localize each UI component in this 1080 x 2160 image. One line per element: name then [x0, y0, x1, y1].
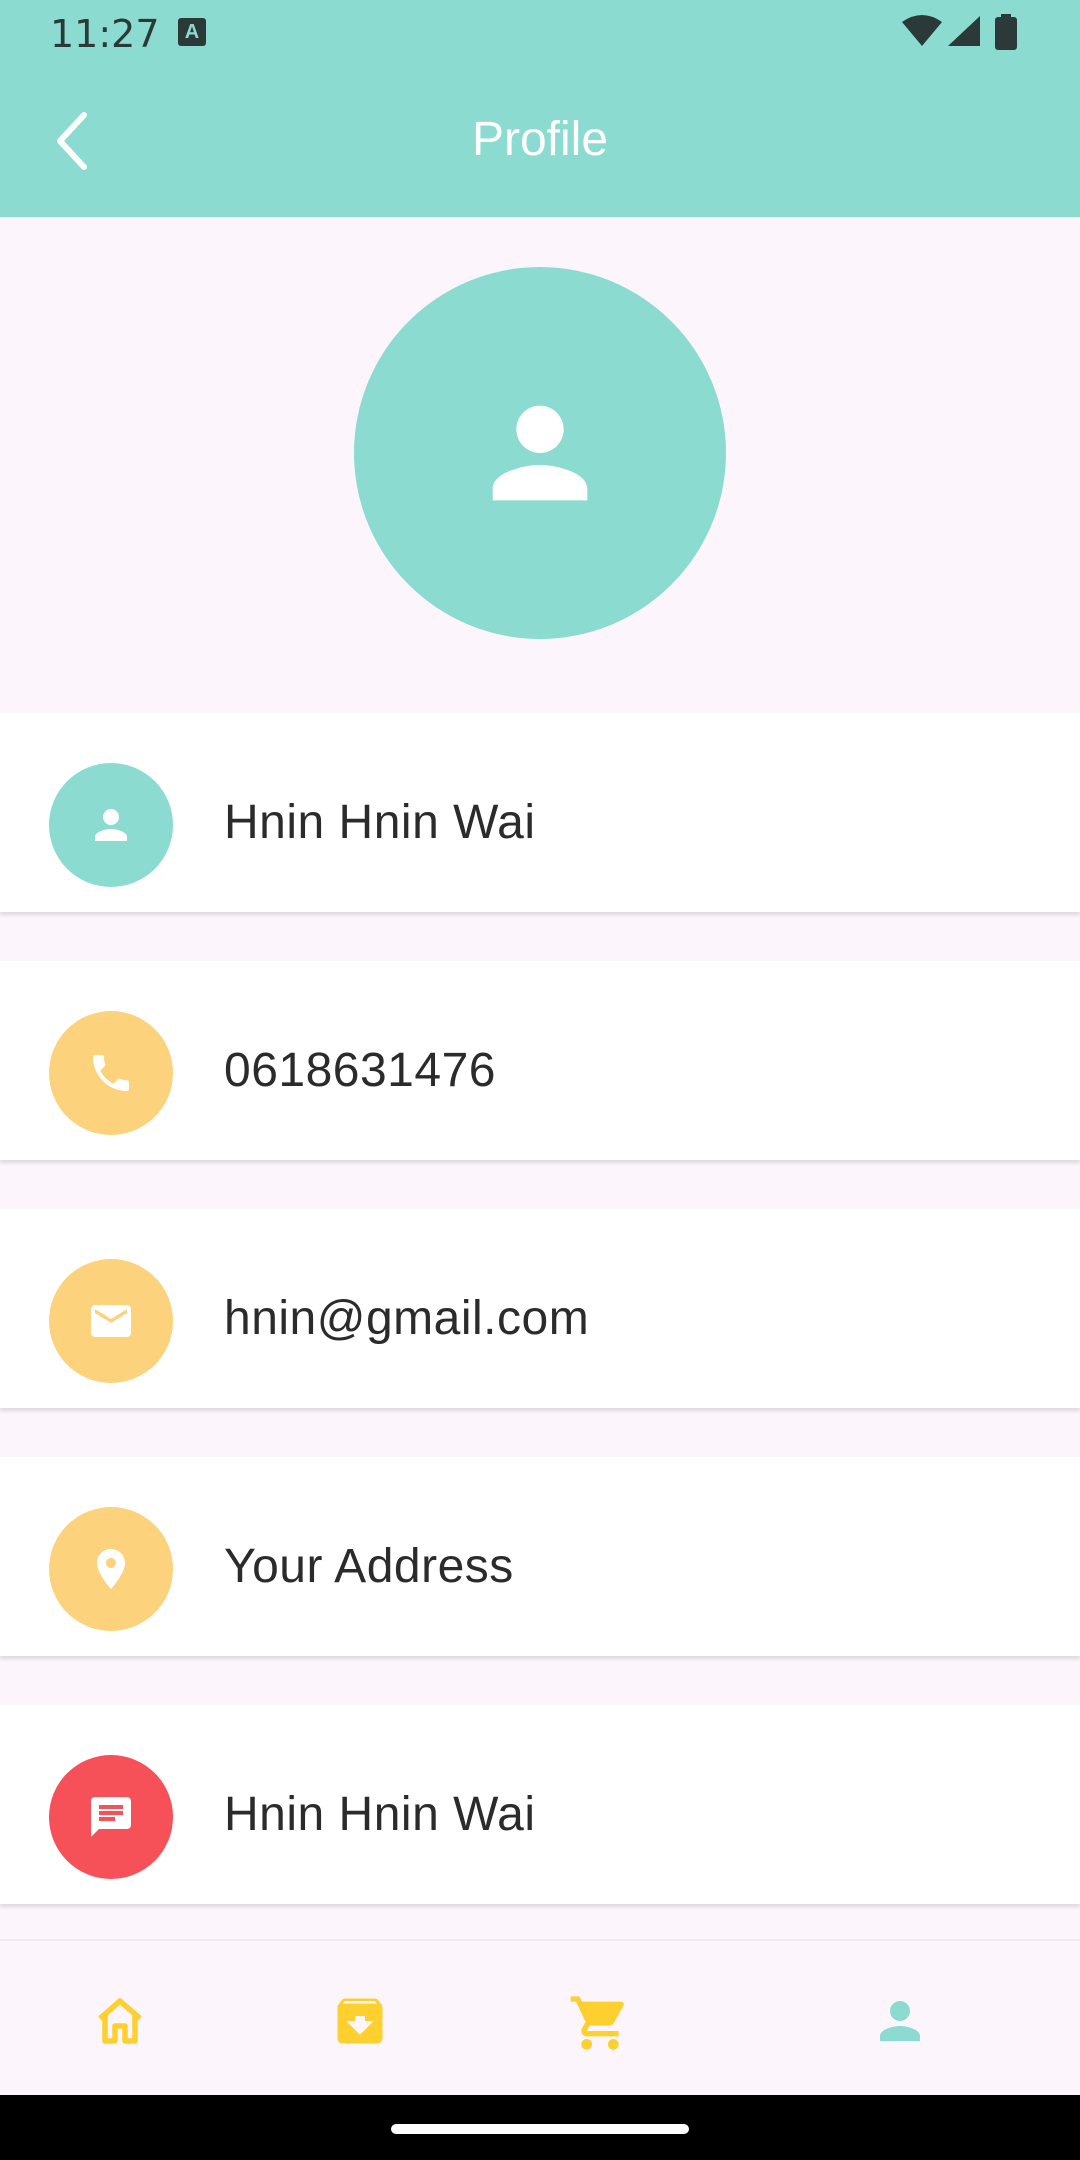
- gesture-handle[interactable]: [391, 2124, 689, 2134]
- name-row[interactable]: Hnin Hnin Wai: [0, 713, 1080, 912]
- status-bar: 11:27 A: [0, 0, 1080, 66]
- keyboard-a-icon: A: [178, 18, 206, 46]
- person-icon: [95, 809, 127, 841]
- profile-avatar[interactable]: [354, 267, 726, 639]
- person-icon: [492, 405, 588, 501]
- nav-profile[interactable]: [840, 1941, 960, 2097]
- message-label: Hnin Hnin Wai: [224, 1788, 536, 1841]
- mail-icon: [91, 1305, 131, 1337]
- phone-row[interactable]: 0618631476: [0, 961, 1080, 1160]
- nav-home[interactable]: [60, 1941, 180, 2097]
- email-icon-circle: [49, 1259, 173, 1383]
- message-icon-circle: [49, 1755, 173, 1879]
- signal-icon: [948, 16, 980, 46]
- home-icon: [98, 1998, 142, 2044]
- address-icon-circle: [49, 1507, 173, 1631]
- name-label: Hnin Hnin Wai: [224, 796, 536, 849]
- app-header: 11:27 A Profile: [0, 0, 1080, 217]
- nav-cart[interactable]: [538, 1941, 658, 2097]
- message-icon: [91, 1797, 131, 1837]
- address-row[interactable]: Your Address: [0, 1457, 1080, 1656]
- page-title: Profile: [471, 113, 609, 166]
- phone-icon-circle: [49, 1011, 173, 1135]
- location-pin-icon: [97, 1549, 125, 1589]
- phone-icon: [93, 1055, 129, 1091]
- email-label: hnin@gmail.com: [224, 1292, 590, 1345]
- address-label: Your Address: [224, 1540, 514, 1593]
- email-row[interactable]: hnin@gmail.com: [0, 1209, 1080, 1408]
- wifi-icon: [902, 15, 942, 46]
- cart-icon: [570, 1996, 624, 2050]
- archive-icon: [337, 1998, 383, 2044]
- status-time: 11:27: [50, 12, 160, 56]
- nav-archive[interactable]: [300, 1941, 420, 2097]
- phone-label: 0618631476: [224, 1044, 496, 1097]
- message-row[interactable]: Hnin Hnin Wai: [0, 1705, 1080, 1904]
- profile-icon: [880, 2001, 920, 2041]
- bottom-navigation: [0, 1939, 1080, 2095]
- name-icon-circle: [49, 763, 173, 887]
- battery-icon: [995, 14, 1017, 50]
